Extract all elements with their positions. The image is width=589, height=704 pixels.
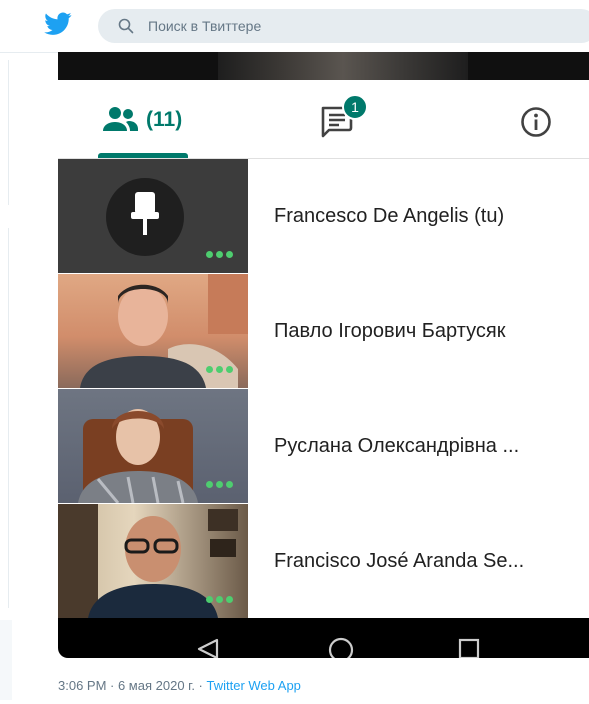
sidebar-divider [8,228,9,608]
participant-avatar [58,159,248,273]
tweet-meta: 3:06 PM · 6 мая 2020 г. · Twitter Web Ap… [58,678,301,693]
tab-people[interactable]: (11) [98,80,188,158]
participant-name: Павло Ігорович Бартусяк [274,320,506,342]
active-tab-indicator [98,153,188,158]
search-placeholder: Поиск в Твиттере [148,18,262,34]
participant-name: Руслана Олександрівна ... [274,435,520,457]
android-nav-bar [58,618,589,658]
participant-name: Francesco De Angelis (tu) [274,205,505,227]
speaking-indicator [206,475,236,488]
recent-square-icon[interactable] [458,638,480,658]
participant-count: (11) [146,108,183,131]
back-triangle-icon[interactable] [196,638,220,658]
participant-row[interactable]: Francesco De Angelis (tu) [58,159,589,274]
video-preview [218,52,468,80]
participant-name: Francisco José Aranda Se... [274,550,525,572]
info-icon [521,107,551,137]
twitter-header: Поиск в Твиттере [0,0,589,53]
unread-badge: 1 [342,94,368,120]
active-video-strip [58,52,589,80]
tweet-timestamp[interactable]: 3:06 PM · 6 мая 2020 г. · [58,678,206,693]
search-icon [118,18,134,34]
participant-video [58,504,248,618]
speaking-indicator [206,360,236,373]
search-input[interactable]: Поиск в Твиттере [98,9,589,43]
sidebar-divider [8,60,9,205]
participant-video [58,389,248,503]
people-icon [103,107,138,131]
tweet-source-link[interactable]: Twitter Web App [206,678,300,693]
speaking-indicator [206,590,236,603]
speaking-indicator [206,245,236,258]
meet-tab-bar: (11) 1 [58,80,589,159]
home-circle-icon[interactable] [328,637,354,658]
sidebar-panel [0,620,12,700]
participant-row[interactable]: Павло Ігорович Бартусяк [58,274,589,389]
twitter-bird-icon[interactable] [44,12,72,36]
tab-chat[interactable]: 1 [320,80,370,158]
participant-video [58,274,248,388]
tab-info[interactable] [520,80,560,158]
meet-screenshot: (11) 1 Francesco De Angelis (tu) Павло І… [58,52,589,658]
participant-row[interactable]: Руслана Олександрівна ... [58,389,589,504]
participant-row[interactable]: Francisco José Aranda Se... [58,504,589,619]
participant-list: Francesco De Angelis (tu) Павло Ігорович… [58,159,589,619]
